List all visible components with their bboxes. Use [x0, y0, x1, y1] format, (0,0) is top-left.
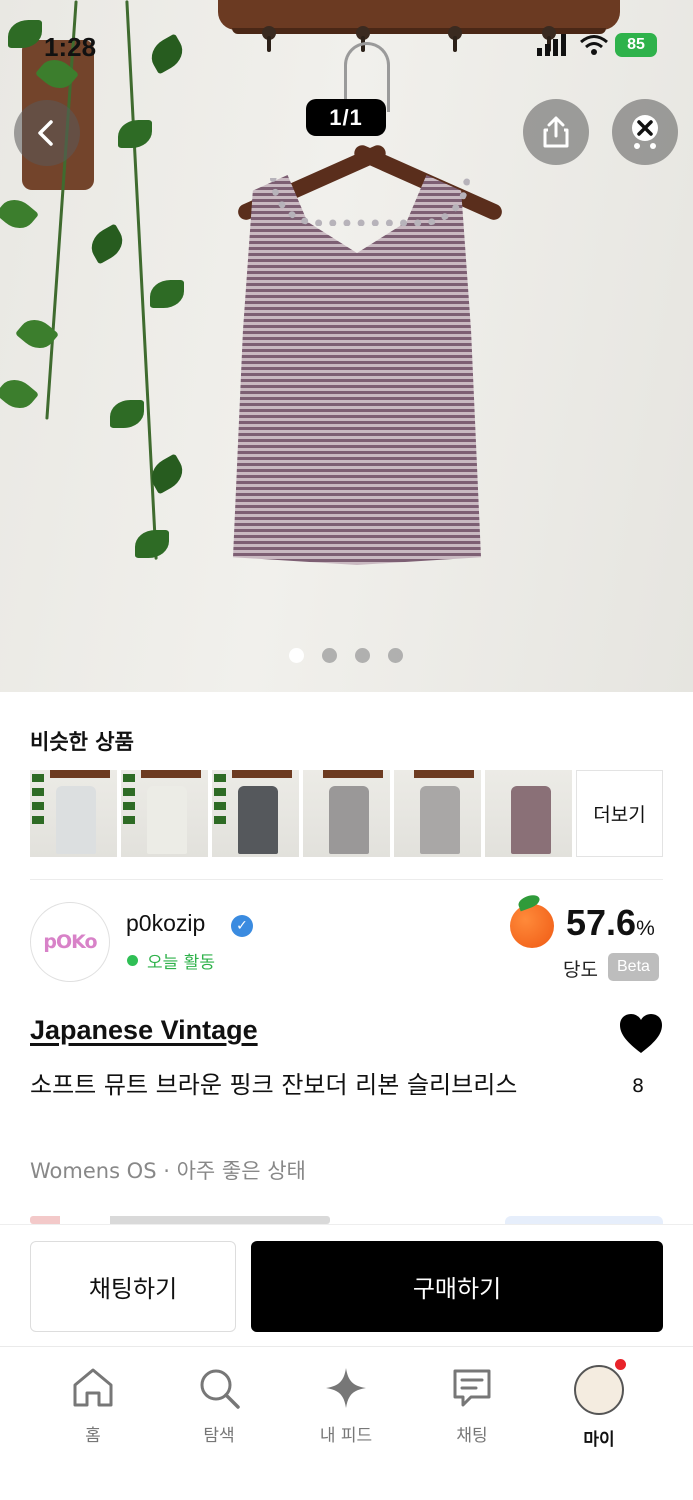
tab-label: 마이	[583, 1430, 615, 1450]
similar-product-thumb[interactable]	[212, 770, 299, 857]
lace-trim	[270, 178, 470, 226]
leaf	[135, 530, 169, 558]
similar-product-thumb[interactable]	[121, 770, 208, 857]
tab-search[interactable]: 탐색	[169, 1365, 269, 1446]
score-unit: %	[636, 917, 655, 940]
signal-icon	[537, 34, 566, 56]
leaf	[0, 192, 40, 236]
leaf	[110, 400, 144, 428]
pagination-dot[interactable]	[322, 648, 337, 663]
chat-button[interactable]: 채팅하기	[30, 1241, 236, 1332]
status-time: 1:28	[44, 32, 97, 62]
pagination-dot[interactable]	[289, 648, 304, 663]
battery-icon: 85	[615, 33, 657, 57]
similar-products-title: 비슷한 상품	[30, 730, 134, 754]
wall-hook	[448, 26, 462, 52]
tab-home[interactable]: 홈	[43, 1365, 143, 1446]
tab-label: 채팅	[456, 1426, 488, 1446]
share-button[interactable]	[523, 99, 589, 165]
seller-avatar[interactable]: pOKo	[30, 902, 110, 982]
tab-feed[interactable]: 내 피드	[296, 1365, 396, 1446]
brand-link[interactable]: Japanese Vintage	[30, 1015, 258, 1046]
beta-badge: Beta	[608, 953, 659, 981]
shelf-decoration	[218, 0, 620, 34]
product-meta: Womens OS · 아주 좋은 상태	[30, 1159, 306, 1183]
thumb-garment	[238, 786, 278, 854]
verified-badge-icon: ✓	[231, 915, 253, 937]
tab-label: 내 피드	[319, 1426, 373, 1446]
tab-label: 홈	[85, 1426, 101, 1446]
similar-product-thumb[interactable]	[485, 770, 572, 857]
thumb-garment	[420, 786, 460, 854]
pagination-dot[interactable]	[388, 648, 403, 663]
similar-product-thumb[interactable]	[303, 770, 390, 857]
cart-button[interactable]	[612, 99, 678, 165]
heart-icon[interactable]	[619, 1013, 663, 1057]
divider	[30, 879, 663, 880]
price-row-partial	[30, 1216, 330, 1224]
status-icons: 85	[537, 33, 657, 57]
bottom-tab-bar: 홈 탐색 내 피드 채팅 마이	[0, 1346, 693, 1500]
more-similar-button[interactable]: 더보기	[576, 770, 663, 857]
like-count: 8	[632, 1075, 645, 1097]
score-value: 57.6	[566, 902, 637, 943]
tab-label: 탐색	[203, 1426, 235, 1446]
pagination-dot[interactable]	[355, 648, 370, 663]
image-pagination[interactable]	[289, 648, 403, 663]
notification-dot	[615, 1359, 626, 1370]
leaf	[85, 223, 129, 265]
tab-my[interactable]: 마이	[549, 1359, 649, 1450]
chevron-left-icon	[38, 120, 53, 146]
sparkle-icon	[326, 1368, 366, 1408]
image-counter: 1/1	[306, 99, 386, 136]
leaf	[0, 372, 40, 416]
sweetness-label: 당도	[563, 959, 598, 981]
striped-tank-top	[233, 175, 481, 565]
thumb-garment	[56, 786, 96, 854]
product-image[interactable]: 1:28 85 1/1	[0, 0, 693, 692]
wall-hook	[356, 26, 370, 52]
seller-logo: pOKo	[43, 931, 97, 953]
close-icon	[632, 115, 658, 149]
buy-button[interactable]: 구매하기	[251, 1241, 663, 1332]
profile-avatar	[574, 1359, 626, 1415]
leaf	[150, 280, 184, 308]
online-status-dot	[127, 955, 138, 966]
thumb-garment	[329, 786, 369, 854]
similar-products-list: 더보기	[30, 770, 663, 857]
wall-hook	[262, 26, 276, 52]
leaf	[118, 120, 152, 148]
home-icon	[73, 1368, 113, 1407]
leaf	[145, 33, 189, 75]
action-bar: 채팅하기 구매하기	[0, 1224, 693, 1346]
similar-product-thumb[interactable]	[394, 770, 481, 857]
share-icon	[543, 116, 569, 148]
thumb-garment	[147, 786, 187, 854]
product-title: 소프트 뮤트 브라운 핑크 잔보더 리본 슬리브리스	[30, 1071, 518, 1099]
seller-activity: 오늘 활동	[147, 953, 215, 973]
back-button[interactable]	[14, 100, 80, 166]
sweetness-score: 57.6%	[566, 902, 655, 944]
orange-fruit-icon	[510, 904, 554, 948]
tab-chat[interactable]: 채팅	[422, 1365, 522, 1446]
thumb-garment	[511, 786, 551, 854]
search-icon	[200, 1369, 240, 1409]
info-chip-partial	[505, 1216, 663, 1224]
chat-bubble-icon	[453, 1369, 491, 1407]
seller-name[interactable]: p0kozip	[126, 910, 205, 937]
wifi-icon	[580, 35, 608, 55]
similar-product-thumb[interactable]	[30, 770, 117, 857]
